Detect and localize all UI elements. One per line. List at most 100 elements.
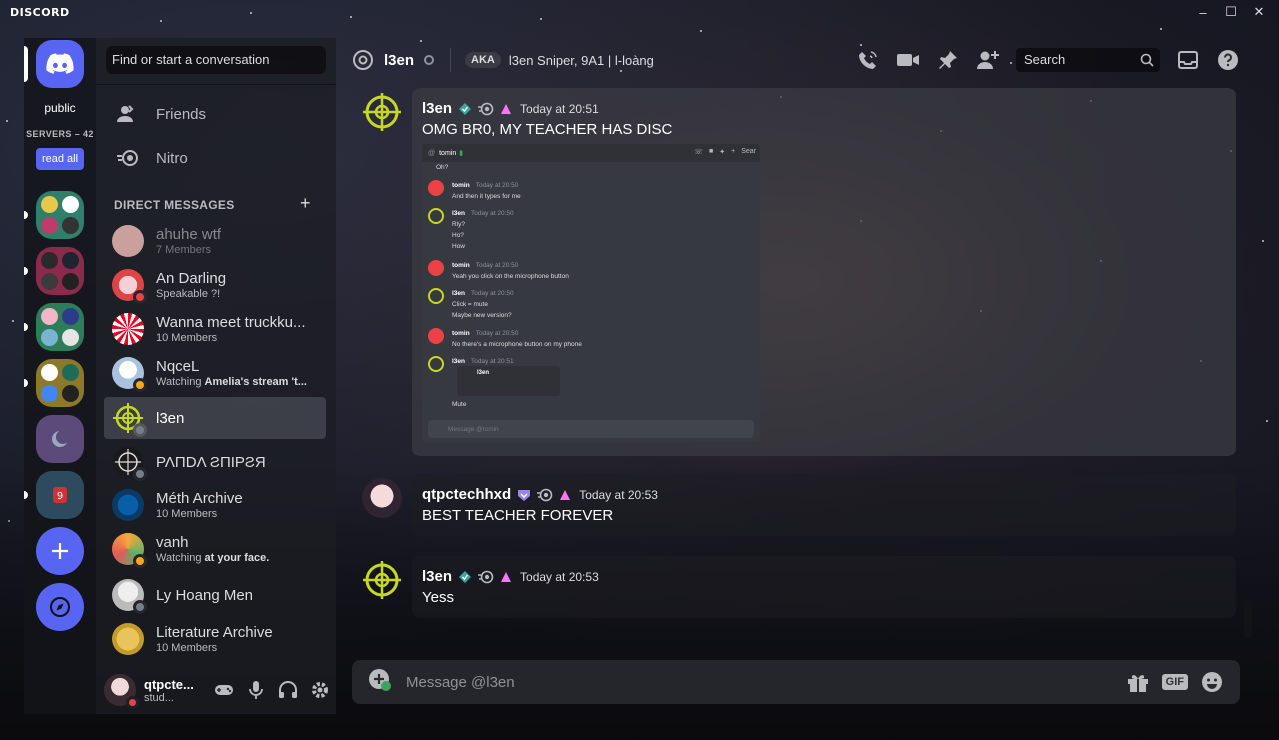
gamepad-icon[interactable] — [208, 674, 240, 706]
embed-line: Oh? — [436, 164, 449, 171]
dm-name: Méth Archive — [156, 490, 243, 507]
nitro-badge-icon — [478, 102, 494, 116]
dm-item-l3en[interactable]: l3en — [104, 397, 326, 439]
call-icon[interactable] — [856, 48, 880, 72]
embed-author: l3en — [452, 210, 466, 217]
hypesquad-badge-icon — [517, 488, 531, 502]
at-mention-icon: @ — [428, 149, 436, 157]
user-panel: qtpcte... stud... — [96, 666, 336, 714]
dm-item[interactable]: ΡΛΠDΛ ƧПIΡƧЯ — [104, 441, 326, 483]
dm-item[interactable]: ahuhe wtf 7 Members — [104, 220, 326, 262]
unread-pill — [24, 379, 28, 387]
discord-logo-icon — [46, 53, 74, 74]
discord-avatar-icon — [428, 328, 444, 344]
unread-pill — [24, 211, 28, 219]
dm-item[interactable]: An Darling Speakable ?! — [104, 264, 326, 306]
gif-button[interactable]: GIF — [1161, 674, 1188, 690]
friends-nav-item[interactable]: Friends — [104, 94, 326, 134]
server-folder-6[interactable]: 9 — [24, 471, 84, 519]
help-icon[interactable] — [1216, 48, 1240, 72]
server-folder-4[interactable] — [24, 359, 84, 407]
add-friend-icon[interactable] — [976, 48, 1000, 72]
close-icon[interactable]: ✕ — [1245, 0, 1273, 24]
embed-line: Ho? — [452, 232, 464, 239]
chat-scrollbar[interactable] — [1244, 600, 1252, 638]
plus-icon — [52, 543, 68, 559]
add-server-button[interactable] — [36, 527, 84, 575]
dnd-status-icon — [133, 290, 147, 304]
microphone-icon[interactable] — [240, 674, 272, 706]
embed-author: l3en — [452, 290, 466, 297]
avatar — [112, 313, 144, 345]
inbox-icon[interactable] — [1176, 48, 1200, 72]
message-author[interactable]: qtpctechhxd — [422, 486, 511, 503]
embed-message: tomin Today at 20:50 And then it types for… — [428, 180, 521, 202]
server-folder-5[interactable] — [36, 415, 84, 463]
channel-title: l3en — [384, 51, 415, 69]
dm-item[interactable]: Ly Hoang Men — [104, 574, 326, 616]
server-folder-3[interactable] — [24, 303, 84, 351]
gift-icon[interactable] — [1126, 671, 1150, 693]
create-dm-icon[interactable]: + — [300, 193, 311, 214]
minimize-icon[interactable]: – — [1189, 0, 1217, 24]
search-icon — [1140, 53, 1154, 67]
message-timestamp: Today at 20:51 — [520, 101, 599, 116]
dm-item[interactable]: vanh Watching at your face. — [104, 528, 326, 570]
dm-subtext: Watching Amelia's stream 't... — [156, 376, 307, 388]
headphones-icon[interactable] — [272, 674, 304, 706]
emoji-icon[interactable] — [1200, 670, 1224, 694]
explore-servers-button[interactable] — [36, 583, 84, 631]
server-rail: public SERVERS – 42 read all 9 — [24, 38, 96, 714]
message-text: Yess — [422, 589, 454, 606]
embed-time: Today at 20:50 — [475, 262, 519, 269]
dm-name: Literature Archive — [156, 624, 273, 641]
embed-message: l3en Today at 20:50 Click = mute Maybe new … — [428, 288, 514, 321]
dm-item[interactable]: Méth Archive 10 Members — [104, 484, 326, 526]
dm-sidebar: Find or start a conversation Friends Nit… — [96, 38, 336, 714]
app-brand: DISCORD — [10, 5, 70, 19]
video-call-icon[interactable] — [896, 48, 920, 72]
dm-item[interactable]: NqceL Watching Amelia's stream 't... — [104, 352, 326, 394]
pin-icon[interactable] — [936, 48, 960, 72]
message-item[interactable]: qtpctechhxd Today at 20:53 BEST TEACHER … — [336, 474, 1236, 536]
avatar — [112, 357, 147, 392]
aka-names: l3en Sniper, 9A1 | l-loàng — [508, 52, 654, 68]
dm-item[interactable]: Literature Archive 10 Members — [104, 618, 326, 660]
message-timestamp: Today at 20:53 — [579, 487, 658, 502]
message-input[interactable]: Message @l3en — [406, 674, 515, 691]
header-search-input[interactable]: Search — [1016, 48, 1160, 72]
dm-item[interactable]: Wanna meet truckku... 10 Members — [104, 308, 326, 350]
divider — [450, 48, 452, 72]
nitro-label: Nitro — [156, 149, 188, 167]
image-attachment[interactable]: @ tomin ▮ ☏ ■ ✦ + Sear Oh? tomin Today at 20:… — [422, 144, 760, 442]
message-item[interactable]: l3en Today at 20:51 OMG BR0, MY TEACHER … — [336, 88, 1236, 456]
nitro-nav-item[interactable]: Nitro — [104, 138, 326, 178]
offline-status-icon — [133, 467, 147, 481]
embed-header: @ tomin ▮ ☏ ■ ✦ + Sear — [422, 144, 760, 162]
settings-gear-icon[interactable] — [304, 674, 336, 706]
message-composer[interactable]: Message @l3en GIF — [352, 660, 1240, 704]
user-avatar[interactable] — [104, 674, 139, 709]
server-folder-2[interactable] — [24, 247, 84, 295]
author-avatar[interactable] — [362, 478, 402, 518]
author-avatar[interactable] — [362, 92, 402, 132]
message-author[interactable]: l3en — [422, 568, 452, 585]
user-status: stud... — [144, 691, 174, 704]
dm-subtext: 10 Members — [156, 642, 218, 654]
message-author[interactable]: l3en — [422, 100, 452, 117]
at-mention-icon — [353, 50, 373, 70]
author-avatar[interactable] — [362, 560, 402, 600]
embed-line: Yeah you click on the microphone button — [452, 273, 569, 280]
crosshair-avatar-icon — [428, 288, 444, 304]
server-folder-1[interactable] — [24, 191, 84, 239]
maximize-icon[interactable]: ☐ — [1217, 0, 1245, 24]
compass-icon — [50, 597, 70, 617]
friends-label: Friends — [156, 105, 207, 123]
message-item[interactable]: l3en Today at 20:53 Yess — [336, 556, 1236, 618]
boost-badge-icon — [559, 489, 571, 501]
find-conversation-input[interactable]: Find or start a conversation — [106, 46, 326, 74]
embed-time: Today at 20:50 — [471, 210, 514, 217]
home-button[interactable] — [24, 40, 84, 88]
upload-plus-icon[interactable] — [368, 668, 392, 697]
read-all-button[interactable]: read all — [36, 148, 84, 170]
